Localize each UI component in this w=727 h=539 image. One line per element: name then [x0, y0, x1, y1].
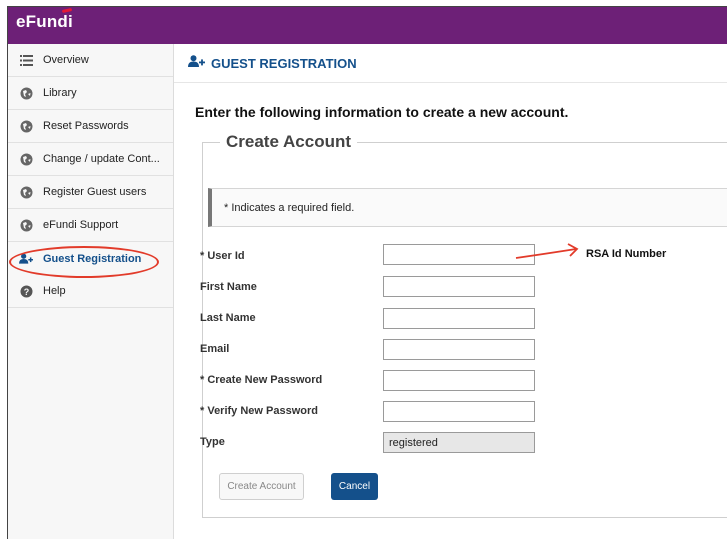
- sidebar-item-overview[interactable]: Overview: [8, 44, 173, 77]
- globe-icon: [19, 119, 33, 133]
- user-plus-icon: [188, 55, 211, 71]
- sidebar-item-label: Overview: [43, 54, 89, 66]
- sidebar-item-reset-passwords[interactable]: Reset Passwords: [8, 110, 173, 143]
- globe-icon: [19, 86, 33, 100]
- instruction-text: Enter the following information to creat…: [195, 104, 569, 120]
- notice-text: * Indicates a required field.: [224, 201, 355, 214]
- globe-icon: [19, 218, 33, 232]
- user-id-input[interactable]: [383, 244, 535, 265]
- last-name-input[interactable]: [383, 308, 535, 329]
- user-id-label: * User Id: [200, 250, 245, 262]
- top-bar: eFundi: [8, 7, 727, 44]
- sidebar-item-label: Register Guest users: [43, 186, 147, 198]
- header-divider: [174, 82, 727, 83]
- type-label: Type: [200, 436, 225, 448]
- sidebar-item-label: Help: [43, 285, 66, 297]
- type-readonly-field: [383, 432, 535, 453]
- sidebar-item-label: Change / update Cont...: [43, 153, 160, 165]
- sidebar-item-efundi-support[interactable]: eFundi Support: [8, 209, 173, 242]
- email-label: Email: [200, 343, 230, 355]
- sidebar-item-label: Library: [43, 87, 77, 99]
- cancel-button[interactable]: Cancel: [331, 473, 378, 500]
- email-input[interactable]: [383, 339, 535, 360]
- verify-password-label: * Verify New Password: [200, 405, 318, 417]
- svg-text:?: ?: [23, 287, 29, 297]
- sidebar-item-label: eFundi Support: [43, 219, 119, 231]
- sidebar-item-register-guest-users[interactable]: Register Guest users: [8, 176, 173, 209]
- first-name-input[interactable]: [383, 276, 535, 297]
- question-icon: ?: [19, 284, 33, 298]
- create-password-label: * Create New Password: [200, 374, 323, 386]
- create-account-button[interactable]: Create Account: [219, 473, 304, 500]
- globe-icon: [19, 152, 33, 166]
- create-password-input[interactable]: [383, 370, 535, 391]
- rsa-id-annotation: RSA Id Number: [586, 248, 667, 260]
- verify-password-input[interactable]: [383, 401, 535, 422]
- globe-icon: [19, 185, 33, 199]
- required-field-notice: * Indicates a required field.: [208, 188, 727, 227]
- sidebar-item-label: Reset Passwords: [43, 120, 129, 132]
- main-content: GUEST REGISTRATION Enter the following i…: [174, 44, 727, 539]
- last-name-label: Last Name: [200, 312, 256, 324]
- sidebar-item-change-update-content[interactable]: Change / update Cont...: [8, 143, 173, 176]
- page-header: GUEST REGISTRATION: [188, 55, 357, 71]
- sidebar-item-help[interactable]: ? Help: [8, 275, 173, 308]
- app-window: eFundi Overview Library Reset Passwords …: [7, 6, 727, 539]
- sidebar-item-library[interactable]: Library: [8, 77, 173, 110]
- first-name-label: First Name: [200, 281, 257, 293]
- efundi-logo[interactable]: eFundi: [16, 12, 73, 32]
- page-title: GUEST REGISTRATION: [211, 55, 357, 71]
- sidebar: Overview Library Reset Passwords Change …: [8, 44, 174, 539]
- red-arrow-annotation: [515, 243, 579, 259]
- list-icon: [19, 53, 33, 67]
- highlight-circle-annotation: [9, 246, 159, 278]
- fieldset-legend: Create Account: [220, 132, 358, 152]
